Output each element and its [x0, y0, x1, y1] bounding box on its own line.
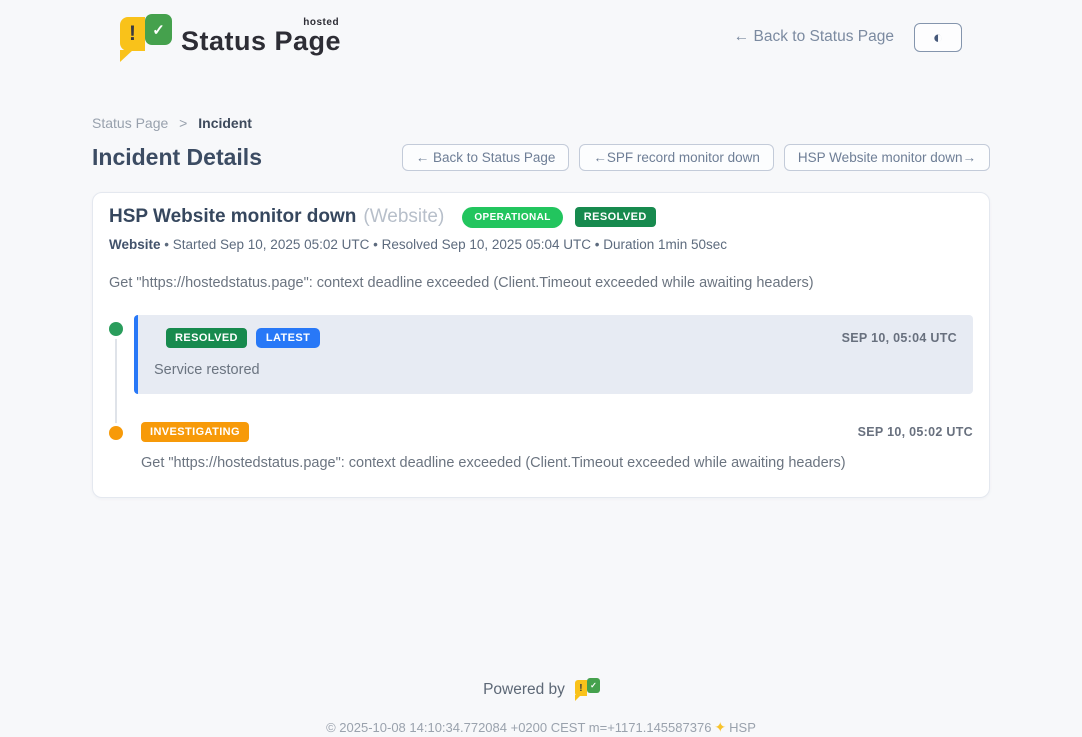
logo-title: Status Page hosted: [181, 26, 341, 57]
statuspage-mini-logo-icon[interactable]: ! ✓: [575, 678, 599, 702]
incident-timeline: RESOLVED LATEST SEP 10, 05:04 UTC Servic…: [109, 315, 973, 471]
breadcrumb-separator: >: [179, 115, 187, 131]
operational-status-badge: OPERATIONAL: [462, 207, 562, 228]
timeline-badges: INVESTIGATING: [141, 422, 249, 442]
copyright-suffix: HSP: [729, 720, 756, 735]
title-row: Incident Details ← Back to Status Page ←…: [92, 144, 990, 171]
previous-incident-button[interactable]: ←SPF record monitor down: [579, 144, 774, 171]
logo-bubble-tail: [575, 695, 581, 701]
theme-toggle-button[interactable]: ◐: [914, 23, 962, 52]
latest-badge: LATEST: [256, 328, 320, 348]
breadcrumb-current: Incident: [198, 115, 252, 131]
timeline-item-investigating: INVESTIGATING SEP 10, 05:02 UTC Get "htt…: [109, 422, 973, 471]
logo-check-glyph: ✓: [587, 678, 600, 693]
statuspage-logo-icon: ! ✓: [120, 14, 170, 60]
footer: Powered by ! ✓ © 2025-10-08 14:10:34.772…: [92, 678, 990, 736]
timeline-message: Service restored: [154, 362, 957, 378]
incident-title: HSP Website monitor down: [109, 206, 356, 228]
breadcrumb-root[interactable]: Status Page: [92, 115, 168, 131]
timeline-message: Get "https://hostedstatus.page": context…: [141, 455, 973, 471]
breadcrumb: Status Page > Incident: [92, 115, 990, 131]
logo-bubble-tail: [120, 50, 133, 62]
page-title: Incident Details: [92, 144, 262, 171]
statuspage-logo[interactable]: ! ✓ Status Page hosted: [120, 14, 341, 60]
timeline-timestamp: SEP 10, 05:04 UTC: [842, 331, 957, 345]
header-back-link[interactable]: ← Back to Status Page: [734, 28, 894, 46]
logo-check-glyph: ✓: [145, 14, 172, 45]
investigating-badge: INVESTIGATING: [141, 422, 249, 442]
incident-meta-details: • Started Sep 10, 2025 05:02 UTC • Resol…: [161, 237, 728, 252]
timeline-timestamp: SEP 10, 05:02 UTC: [858, 425, 973, 439]
powered-by: Powered by ! ✓: [92, 678, 990, 702]
timeline-item-resolved: RESOLVED LATEST SEP 10, 05:04 UTC Servic…: [109, 315, 973, 394]
incident-description: Get "https://hostedstatus.page": context…: [109, 275, 973, 291]
timeline-update-head: RESOLVED LATEST SEP 10, 05:04 UTC: [154, 328, 957, 348]
timeline-dot-resolved: [109, 322, 123, 336]
sparkle-icon: ✦: [714, 719, 726, 735]
logo-exclamation-glyph: !: [575, 680, 587, 696]
next-incident-button[interactable]: HSP Website monitor down→: [784, 144, 990, 171]
timeline-update-resolved: RESOLVED LATEST SEP 10, 05:04 UTC Servic…: [134, 315, 973, 394]
timeline-badges: RESOLVED LATEST: [154, 328, 320, 348]
incident-card: HSP Website monitor down (Website) OPERA…: [92, 192, 990, 498]
timeline-dot-investigating: [109, 426, 123, 440]
incident-component: (Website): [363, 206, 444, 228]
incident-meta-component: Website: [109, 237, 161, 252]
header: ! ✓ Status Page hosted ← Back to Status …: [92, 0, 990, 60]
incident-nav-buttons: ← Back to Status Page ←SPF record monito…: [402, 144, 990, 171]
logo-title-text: Status Page: [181, 26, 341, 56]
logo-exclamation-glyph: !: [120, 17, 145, 51]
logo-superscript: hosted: [303, 17, 339, 28]
back-to-status-page-button[interactable]: ← Back to Status Page: [402, 144, 570, 171]
resolved-badge: RESOLVED: [166, 328, 247, 348]
timeline-update-head: INVESTIGATING SEP 10, 05:02 UTC: [141, 422, 973, 442]
main-content: Status Page > Incident Incident Details …: [92, 115, 990, 736]
powered-by-label: Powered by: [483, 681, 565, 699]
half-circle-icon: ◐: [933, 29, 943, 46]
incident-meta: Website • Started Sep 10, 2025 05:02 UTC…: [109, 237, 973, 252]
incident-card-title-row: HSP Website monitor down (Website) OPERA…: [109, 206, 973, 228]
header-right: ← Back to Status Page ◐: [734, 23, 962, 52]
copyright-text: © 2025-10-08 14:10:34.772084 +0200 CEST …: [326, 720, 711, 735]
resolved-state-badge: RESOLVED: [575, 207, 656, 227]
copyright-line: © 2025-10-08 14:10:34.772084 +0200 CEST …: [92, 719, 990, 736]
